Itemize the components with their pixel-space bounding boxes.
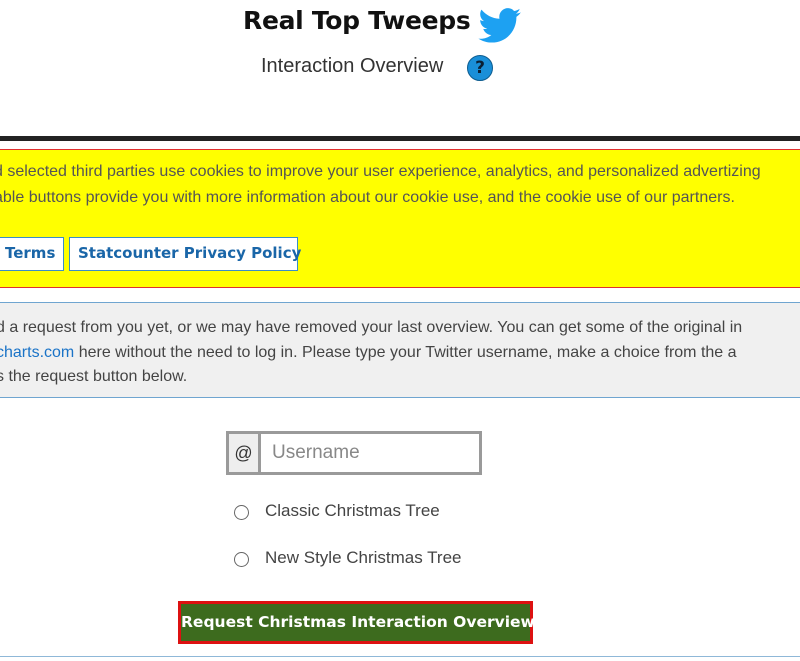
option-label-classic: Classic Christmas Tree xyxy=(265,501,440,520)
username-field-group: @ xyxy=(226,431,482,475)
statcounter-privacy-policy-button[interactable]: Statcounter Privacy Policy xyxy=(69,237,301,271)
username-input[interactable] xyxy=(264,434,479,472)
cookie-text-line-2: able buttons provide you with more infor… xyxy=(0,189,735,206)
header-divider xyxy=(0,136,800,141)
at-prefix: @ xyxy=(229,434,261,472)
info-text-line-3: s the request button below. xyxy=(0,368,188,385)
question-circle-icon[interactable]: ? xyxy=(467,55,493,81)
page-header: Real Top Tweeps Interaction Overview ? xyxy=(0,0,800,136)
twitter-bird-icon xyxy=(478,8,521,43)
info-text-line-2: charts.com here without the need to log … xyxy=(0,344,737,362)
info-text-line-1: d a request from you yet, or we may have… xyxy=(0,319,743,336)
charts-link[interactable]: charts.com xyxy=(0,344,74,361)
option-label-new-style: New Style Christmas Tree xyxy=(265,548,462,567)
cookie-text-line-1: d selected third parties use cookies to … xyxy=(0,163,761,180)
radio-button-classic[interactable] xyxy=(234,505,249,520)
footer-divider xyxy=(0,656,800,657)
site-title: Real Top Tweeps xyxy=(243,6,471,35)
info-notice: d a request from you yet, or we may have… xyxy=(0,302,800,398)
terms-button[interactable]: Terms xyxy=(0,237,65,271)
radio-button-new-style[interactable] xyxy=(234,552,249,567)
info-text-line-2-rest: here without the need to log in. Please … xyxy=(74,344,737,361)
request-overview-button[interactable]: Request Christmas Interaction Overview xyxy=(178,601,535,644)
page-subtitle: Interaction Overview xyxy=(261,55,444,77)
